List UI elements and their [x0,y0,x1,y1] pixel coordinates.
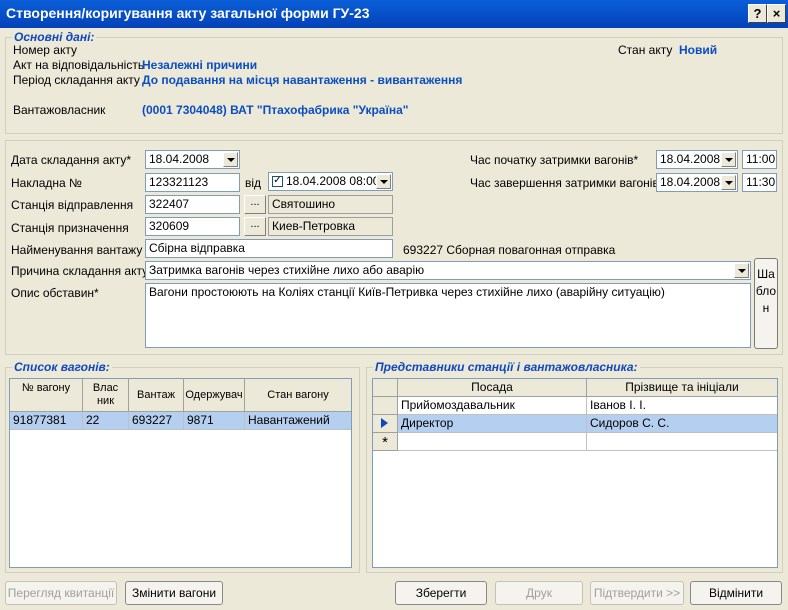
column-header[interactable]: Влас ник [83,379,129,412]
table-row[interactable]: Прийомоздавальник Іванов І. І. [373,397,777,415]
table-row[interactable]: 91877381 22 693227 9871 Навантажений [10,412,351,430]
column-header[interactable]: Одержувач [184,379,245,412]
delay-end-label: Час завершення затримки вагонів* [470,176,664,190]
date-value: 18.04.2008 [149,152,210,166]
help-button[interactable]: ? [748,4,767,23]
chevron-down-icon[interactable] [376,174,391,189]
from-label: від [245,176,262,190]
change-wagons-button[interactable]: Змінити вагони [125,581,223,605]
delay-end-time-input[interactable]: 11:30 [742,173,777,192]
invoice-date-picker[interactable]: ✓ 18.04.2008 08:00 [268,172,393,191]
delay-end-date-value: 18.04.2008 [660,175,721,189]
table-cell: 9871 [184,412,245,430]
period-value: До подавання на місця навантаження - вив… [142,73,463,87]
chevron-down-icon[interactable] [223,152,238,167]
delay-start-date-picker[interactable]: 18.04.2008 [656,150,738,169]
reason-value: Затримка вагонів через стихійне лихо або… [149,263,425,277]
new-row[interactable]: * [373,433,777,451]
chevron-down-icon[interactable] [721,152,736,167]
reason-select[interactable]: Затримка вагонів через стихійне лихо або… [145,261,751,280]
act-number-label: Номер акту [13,43,77,57]
act-state-label: Стан акту [618,43,673,57]
table-cell[interactable] [398,433,587,451]
view-receipt-button[interactable]: Перегляд квитанції [5,581,117,605]
template-button[interactable]: Шаблон [754,258,778,349]
window-title: Створення/коригування акту загальної фор… [6,5,370,21]
table-cell: Навантажений [245,412,351,430]
close-button[interactable]: × [767,4,786,23]
representatives-table[interactable]: Посада Прізвище та ініціали Прийомоздава… [372,378,778,568]
chevron-down-icon[interactable] [734,263,749,278]
wagons-legend: Список вагонів: [14,360,110,374]
checkbox-icon[interactable]: ✓ [272,176,283,188]
invoice-date-value: 18.04.2008 08:00 [286,174,380,188]
row-selector[interactable] [373,415,398,433]
circumstances-label: Опис обставин* [11,286,99,300]
column-header[interactable]: № вагону [10,379,83,412]
delay-start-time-input[interactable]: 11:00 [742,150,777,169]
date-label: Дата складання акту* [11,153,132,167]
invoice-number-input[interactable]: 123321123 [145,173,240,192]
table-cell: 693227 [129,412,184,430]
title-bar: Створення/коригування акту загальної фор… [0,0,788,28]
destination-browse-button[interactable]: ... [244,217,266,236]
chevron-down-icon[interactable] [721,175,736,190]
destination-name: Киев-Петровка [268,217,393,236]
departure-name: Святошино [268,195,393,214]
delay-start-label: Час початку затримки вагонів* [470,153,639,167]
table-cell[interactable] [587,433,777,451]
destination-code-input[interactable]: 320609 [145,217,240,236]
delay-start-date-value: 18.04.2008 [660,152,721,166]
table-cell: 91877381 [10,412,83,430]
cancel-button[interactable]: Відмінити [690,581,782,605]
save-button[interactable]: Зберегти [395,581,487,605]
row-selector-header [373,379,398,397]
column-header[interactable]: Посада [398,379,587,397]
column-header[interactable]: Стан вагону [245,379,351,412]
invoice-label: Накладна № [11,176,82,190]
confirm-button[interactable]: Підтвердити >> [590,581,684,605]
cargo-owner-label: Вантажовласник [13,103,106,117]
column-header[interactable]: Прізвище та ініціали [587,379,777,397]
departure-code-input[interactable]: 322407 [145,195,240,214]
table-cell: 22 [83,412,129,430]
act-state-value: Новий [679,43,718,57]
representatives-legend: Представники станції і вантажовласника: [375,360,638,374]
column-header[interactable]: Вантаж [129,379,184,412]
new-row-marker[interactable]: * [373,433,398,451]
cargo-code-text: 693227 Сборная повагонная отправка [403,243,616,257]
cargo-name-input[interactable]: Сбірна відправка [145,239,393,258]
print-button[interactable]: Друк [495,581,583,605]
delay-end-date-picker[interactable]: 18.04.2008 [656,173,738,192]
departure-label: Станція відправлення [11,198,134,212]
cargo-owner-value: (0001 7304048) ВАТ "Птахофабрика "Україн… [142,103,409,117]
date-picker[interactable]: 18.04.2008 [145,150,240,169]
table-row[interactable]: Директор Сидоров С. С. [373,415,777,433]
responsibility-value: Незалежні причини [142,58,258,72]
table-cell: Директор [398,415,587,433]
current-row-arrow-icon [380,418,388,428]
destination-label: Станція призначення [11,221,129,235]
departure-browse-button[interactable]: ... [244,195,266,214]
wagons-table[interactable]: № вагону Влас ник Вантаж Одержувач Стан … [9,378,352,568]
reason-label: Причина складання акту* [11,264,153,278]
table-cell: Іванов І. І. [587,397,777,415]
responsibility-label: Акт на відповідальність [13,58,145,72]
table-cell: Прийомоздавальник [398,397,587,415]
cargo-name-label: Найменування вантажу [11,243,143,257]
period-label: Період складання акту [13,73,140,87]
main-info-legend: Основні дані: [14,30,95,44]
row-selector[interactable] [373,397,398,415]
circumstances-textarea[interactable]: Вагони простоюють на Коліях станції Київ… [145,283,751,348]
table-cell: Сидоров С. С. [587,415,777,433]
